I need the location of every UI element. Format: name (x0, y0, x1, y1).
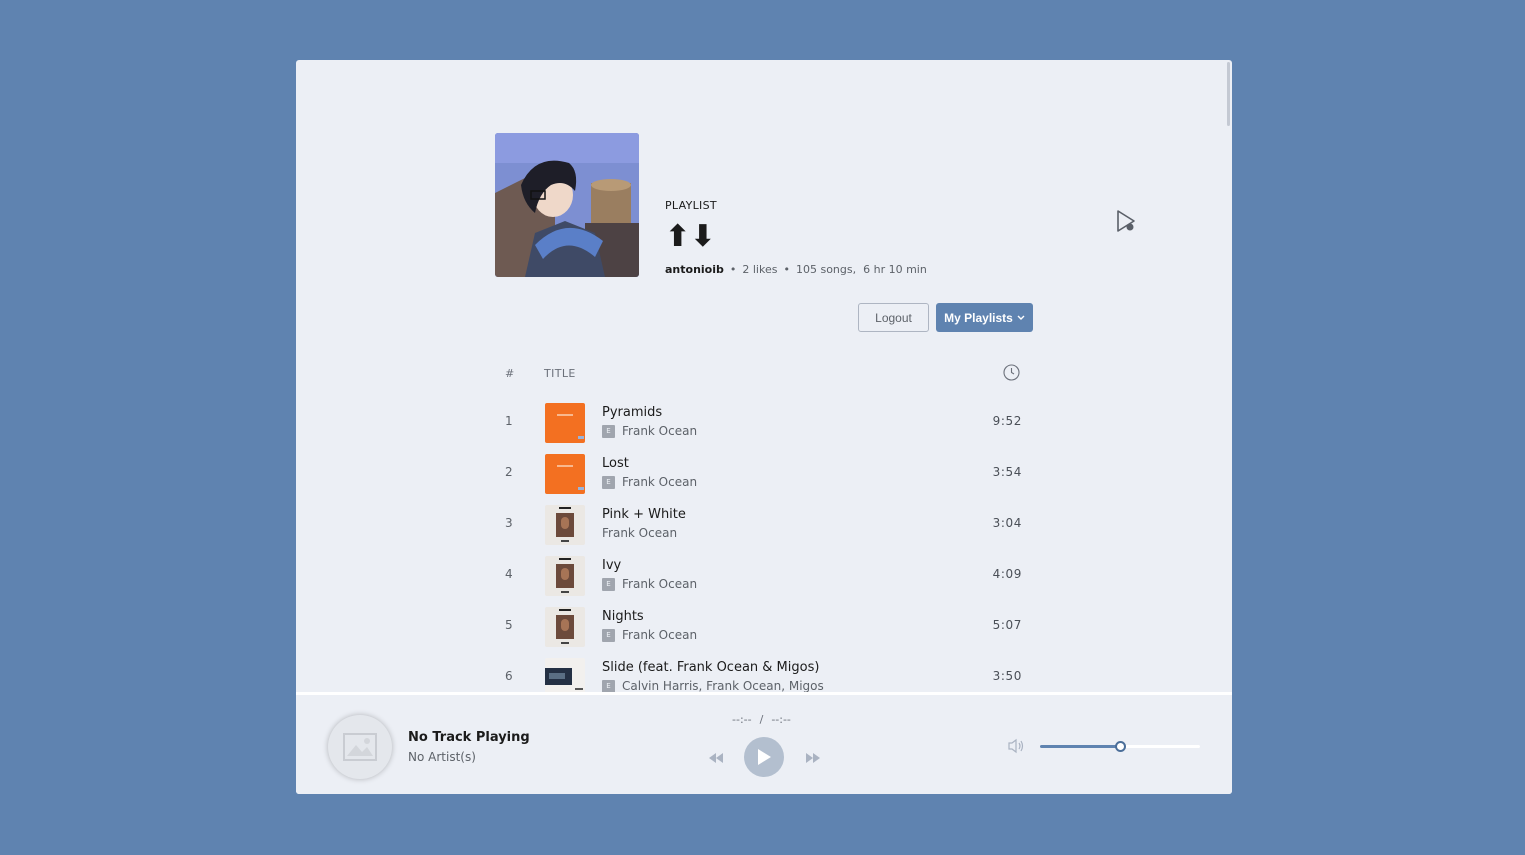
heart-outline-icon[interactable] (1115, 209, 1137, 233)
column-header-number: # (505, 367, 515, 380)
track-album-art (545, 607, 585, 647)
playlist-song-count: 105 songs, (795, 263, 857, 276)
playlist-cover (495, 133, 639, 277)
track-artist-name[interactable]: Frank Ocean (602, 526, 677, 540)
track-title[interactable]: Pink + White (602, 507, 686, 522)
track-title[interactable]: Lost (602, 456, 629, 471)
track-number: 1 (505, 414, 513, 428)
play-icon (758, 749, 771, 765)
elapsed-time: --:-- (732, 713, 752, 726)
playlist-type-label: PLAYLIST (665, 199, 717, 212)
column-header-title: TITLE (544, 367, 576, 380)
playlist-view[interactable]: PLAYLIST ⬆⬇ antonioib • 2 likes • 105 songs,… (296, 60, 1232, 692)
track-duration: 4:09 (992, 567, 1022, 581)
track-row[interactable]: 2 Lost E Frank Ocean 3:54 (496, 450, 1032, 501)
track-row[interactable]: 3 Pink + White Frank Ocean 3:04 (496, 501, 1032, 552)
track-number: 5 (505, 618, 513, 632)
track-artist-name[interactable]: Frank Ocean (622, 577, 697, 591)
explicit-badge: E (602, 475, 615, 489)
track-artist-name[interactable]: Frank Ocean (622, 424, 697, 438)
logout-button[interactable]: Logout (858, 303, 929, 332)
track-number: 4 (505, 567, 513, 581)
volume-level (1040, 745, 1120, 748)
play-button[interactable] (744, 737, 784, 777)
my-playlists-dropdown[interactable]: My Playlists (936, 303, 1033, 332)
playlist-title: ⬆⬇ (665, 219, 716, 254)
chevron-down-icon (1017, 315, 1025, 320)
volume-knob[interactable] (1115, 741, 1126, 752)
track-duration: 3:54 (992, 465, 1022, 479)
track-title[interactable]: Nights (602, 609, 644, 624)
track-duration: 9:52 (992, 414, 1022, 428)
track-title[interactable]: Pyramids (602, 405, 662, 420)
track-artist: E Frank Ocean (602, 475, 697, 489)
track-row[interactable]: 4 Ivy E Frank Ocean 4:09 (496, 552, 1032, 603)
now-playing-artist: No Artist(s) (408, 750, 476, 764)
my-playlists-label: My Playlists (944, 310, 1013, 325)
volume-icon[interactable] (1007, 738, 1025, 754)
playlist-owner[interactable]: antonioib (665, 263, 724, 276)
track-number: 6 (505, 669, 513, 683)
track-artist: E Frank Ocean (602, 577, 697, 591)
track-artist-name[interactable]: Frank Ocean (622, 628, 697, 642)
track-artist: E Frank Ocean (602, 628, 697, 642)
track-album-art (545, 556, 585, 596)
playlist-info: antonioib • 2 likes • 105 songs, 6 hr 10 min (665, 263, 927, 276)
image-placeholder-icon (343, 733, 377, 761)
explicit-badge: E (602, 628, 615, 642)
next-track-icon[interactable] (803, 751, 823, 765)
playlist-duration: 6 hr 10 min (863, 263, 927, 276)
explicit-badge: E (602, 679, 615, 692)
track-artist: E Calvin Harris, Frank Ocean, Migos (602, 679, 824, 692)
player-bar: No Track Playing No Artist(s) --:-- / --:-… (296, 692, 1232, 794)
track-artist: E Frank Ocean (602, 424, 697, 438)
track-album-art (545, 505, 585, 545)
track-artist-name[interactable]: Calvin Harris, Frank Ocean, Migos (622, 679, 824, 692)
track-artist-name[interactable]: Frank Ocean (622, 475, 697, 489)
playlist-likes: 2 likes (742, 263, 778, 276)
track-album-art (545, 403, 585, 443)
track-artist: Frank Ocean (602, 526, 677, 540)
clock-icon (1003, 364, 1020, 381)
track-duration: 5:07 (992, 618, 1022, 632)
track-title[interactable]: Ivy (602, 558, 621, 573)
track-duration: 3:04 (992, 516, 1022, 530)
scrollbar-thumb[interactable] (1227, 62, 1230, 126)
now-playing-title: No Track Playing (408, 730, 530, 745)
track-title[interactable]: Slide (feat. Frank Ocean & Migos) (602, 660, 819, 675)
total-time: --:-- (771, 713, 791, 726)
app-window: PLAYLIST ⬆⬇ antonioib • 2 likes • 105 songs,… (296, 60, 1232, 794)
track-number: 2 (505, 465, 513, 479)
track-album-art (545, 658, 585, 692)
previous-track-icon[interactable] (706, 751, 726, 765)
playback-time: --:-- / --:-- (732, 713, 791, 726)
explicit-badge: E (602, 577, 615, 591)
volume-slider[interactable] (1040, 741, 1200, 752)
track-number: 3 (505, 516, 513, 530)
track-album-art (545, 454, 585, 494)
explicit-badge: E (602, 424, 615, 438)
now-playing-art (328, 715, 392, 779)
track-row[interactable]: 5 Nights E Frank Ocean 5:07 (496, 603, 1032, 654)
track-row[interactable]: 1 Pyramids E Frank Ocean 9:52 (496, 399, 1032, 450)
track-duration: 3:50 (992, 669, 1022, 683)
track-row[interactable]: 6 Slide (feat. Frank Ocean & Migos) E Calvi… (496, 654, 1032, 692)
